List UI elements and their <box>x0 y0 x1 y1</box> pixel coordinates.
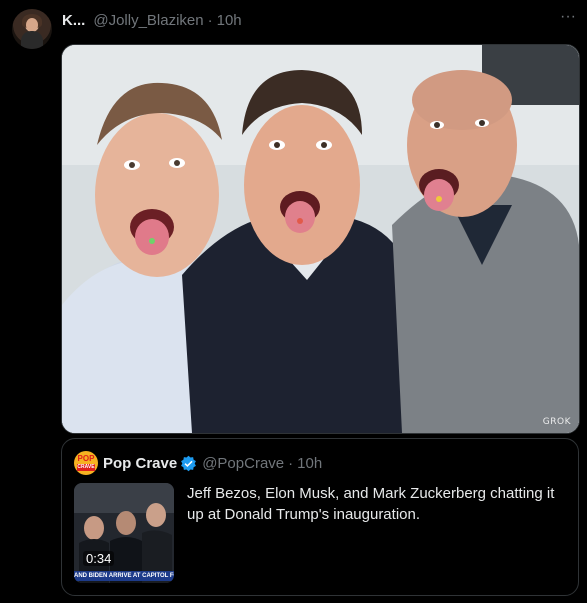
video-news-ticker: AND BIDEN ARRIVE AT CAPITOL FOR <box>74 571 174 581</box>
avatar-body <box>21 31 43 49</box>
more-options-button[interactable]: ··· <box>556 9 580 30</box>
post-photo[interactable]: GROK <box>61 44 580 434</box>
video-thumbnail[interactable]: AND BIDEN ARRIVE AT CAPITOL FOR <box>74 483 174 583</box>
author-display-name[interactable]: K... <box>62 12 85 29</box>
quoted-post-time[interactable]: 10h <box>297 455 322 472</box>
verified-badge-icon <box>180 455 197 472</box>
quoted-post-text: Jeff Bezos, Elon Musk, and Mark Zuckerbe… <box>187 485 555 523</box>
quoted-author-handle[interactable]: @PopCrave <box>202 455 284 472</box>
post-time[interactable]: 10h <box>217 12 242 29</box>
separator-dot: · <box>207 11 213 29</box>
quoted-author-avatar[interactable]: POP CRAVE <box>74 451 98 475</box>
video-frame-illustration <box>74 483 174 583</box>
author-handle[interactable]: @Jolly_Blaziken <box>93 12 203 29</box>
separator-dot: · <box>288 454 294 472</box>
author-avatar[interactable] <box>12 9 52 49</box>
quoted-post-header: Pop Crave @PopCrave · 10h <box>103 453 322 473</box>
avatar-logo-subtext: CRAVE <box>77 464 95 471</box>
photo-illustration <box>62 45 579 433</box>
video-duration: 0:34 <box>83 551 115 566</box>
photo-watermark: GROK <box>542 417 571 427</box>
quoted-author-name[interactable]: Pop Crave <box>103 455 177 472</box>
post[interactable]: K... @Jolly_Blaziken · 10h ··· GROK POP … <box>0 0 587 603</box>
post-header: K... @Jolly_Blaziken · 10h <box>62 10 242 30</box>
avatar-face <box>26 18 38 32</box>
quoted-post[interactable]: POP CRAVE Pop Crave @PopCrave · 10h AND … <box>61 438 579 596</box>
avatar-logo-text: POP <box>77 454 95 463</box>
